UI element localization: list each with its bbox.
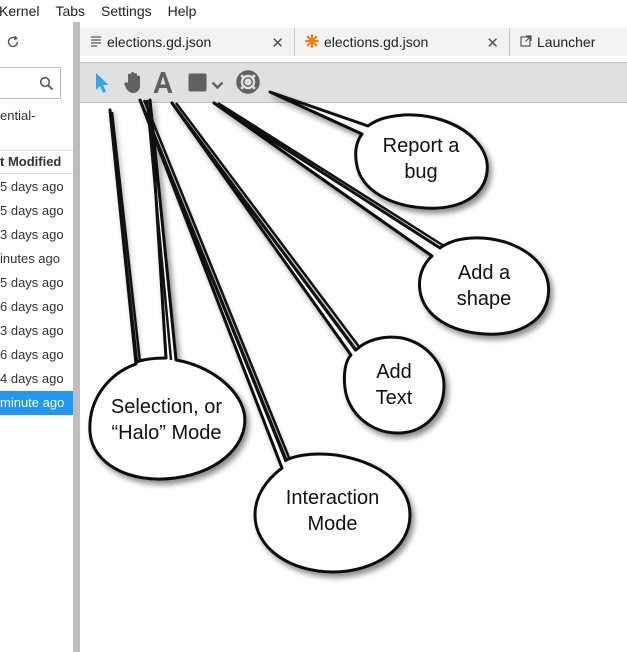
callout-interaction-text: Interaction Mode — [285, 487, 380, 535]
app-window: Kernel Tabs Settings Help ential- t Modi… — [0, 0, 627, 652]
callout-selection-text: Selection, or “Halo” Mode — [110, 396, 223, 444]
callout-add-text-text: Add Text — [375, 361, 413, 409]
annotation-overlay — [88, 90, 551, 574]
callout-add-shape-text: Add a shape — [456, 262, 512, 310]
callout-report-bug-text: Report a bug — [382, 135, 460, 183]
